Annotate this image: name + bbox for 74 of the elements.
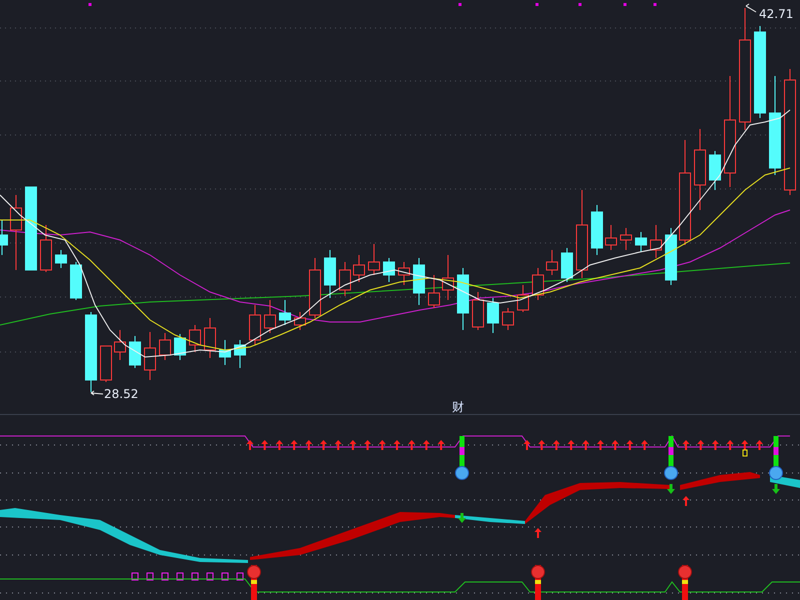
candlestick: [249, 304, 261, 346]
signal-marker: [624, 3, 626, 6]
candlestick: [620, 228, 632, 250]
down-arrow-icon: [667, 484, 675, 494]
high-price-label: 42.71: [759, 7, 794, 21]
candlestick: [40, 224, 52, 272]
candlestick: [294, 312, 306, 330]
leader-line: [746, 4, 756, 12]
candlestick: [457, 268, 469, 330]
candlestick: [532, 268, 544, 300]
candlestick: [472, 292, 484, 330]
candlestick: [561, 248, 573, 282]
candlestick: [605, 224, 617, 250]
candlestick: [665, 228, 677, 286]
signal-marker: [146, 572, 154, 580]
candlestick: [517, 284, 529, 312]
candlestick: [234, 340, 246, 368]
signal-bar: [664, 436, 678, 480]
candlestick: [204, 318, 216, 358]
candlestick: [174, 334, 186, 360]
signal-marker: [222, 572, 228, 580]
candlestick: [309, 258, 321, 318]
candlestick: [100, 346, 112, 382]
candlestick: [546, 250, 558, 276]
candlestick: [383, 258, 395, 282]
signal-marker: [654, 3, 656, 6]
candlestick: [487, 298, 499, 334]
candlestick: [368, 244, 380, 276]
candlestick: [591, 204, 603, 256]
candlestick: [324, 250, 336, 298]
signal-marker: [162, 572, 168, 580]
indicator-title: 财: [452, 400, 464, 414]
candlestick: [413, 258, 425, 306]
signal-bar: [531, 565, 545, 600]
candlestick: [428, 274, 440, 308]
candlestick: [264, 300, 276, 334]
candlestick: [502, 308, 514, 330]
candlestick: [398, 262, 410, 286]
signal-marker: [742, 450, 748, 456]
candlestick: [129, 336, 141, 368]
candlestick: [339, 262, 351, 296]
signal-bar: [678, 565, 692, 600]
signal-bar: [769, 436, 783, 480]
signal-marker: [536, 3, 538, 6]
candlestick: [650, 224, 662, 258]
signal-marker: [458, 3, 462, 6]
signal-bar: [455, 436, 469, 480]
signal-marker: [132, 572, 138, 580]
signal-marker: [88, 3, 92, 6]
candlestick: [114, 330, 126, 360]
up-arrow-icon: [682, 496, 690, 506]
candlestick: [70, 262, 82, 300]
candlestick: [159, 332, 171, 360]
candlestick: [442, 254, 454, 300]
candlestick: [635, 232, 647, 252]
up-arrow-icon: [534, 528, 542, 538]
signal-bar: [247, 565, 261, 600]
down-arrow-icon: [458, 513, 466, 523]
signal-marker: [192, 572, 198, 580]
candlestick: [353, 254, 365, 282]
candlestick: [279, 300, 291, 326]
low-price-label: 28.52: [104, 387, 138, 400]
candlestick: [189, 324, 201, 352]
candlestick: [0, 220, 8, 256]
leader-line: [90, 390, 104, 396]
signal-marker: [176, 572, 184, 580]
candlestick: [55, 250, 67, 268]
candlestick: [709, 150, 721, 190]
signal-marker: [236, 572, 244, 580]
candlestick: [219, 340, 231, 366]
signal-marker: [578, 3, 582, 6]
candlestick: [144, 332, 156, 380]
down-arrow-icon: [772, 484, 780, 494]
signal-marker: [206, 572, 214, 580]
